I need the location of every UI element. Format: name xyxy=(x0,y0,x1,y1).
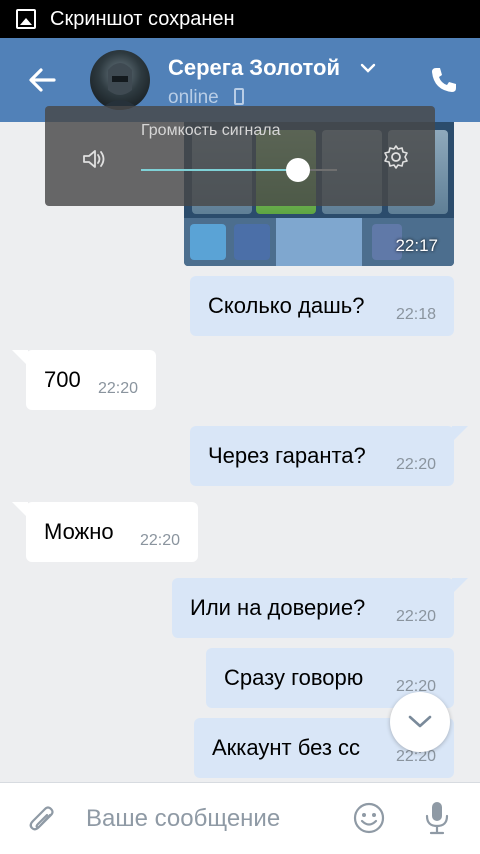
message-time: 22:20 xyxy=(139,532,180,549)
phone-icon[interactable] xyxy=(428,64,460,96)
volume-slider-thumb[interactable] xyxy=(286,158,310,182)
gear-icon[interactable] xyxy=(383,144,409,170)
message-input[interactable] xyxy=(86,801,336,837)
volume-title: Громкость сигнала xyxy=(141,122,281,139)
back-arrow-icon[interactable] xyxy=(26,64,58,96)
message-composer xyxy=(0,782,480,854)
message-time: 22:20 xyxy=(97,380,138,397)
message-text: Сразу говорю xyxy=(224,665,364,690)
avatar-helmet-image xyxy=(100,63,140,110)
message-bubble-out[interactable]: Или на доверие? 22:20 xyxy=(172,578,468,638)
chevron-down-icon xyxy=(408,715,432,728)
scroll-down-button[interactable] xyxy=(390,692,450,752)
avatar[interactable] xyxy=(90,50,150,110)
status-bar: Скриншот сохранен xyxy=(0,0,480,38)
message-text: 700 xyxy=(44,367,81,392)
mobile-device-icon xyxy=(234,88,244,105)
message-list[interactable]: 22:17 Сколько дашь? 22:18 700 22:20 Чере… xyxy=(0,122,480,782)
message-text: Сколько дашь? xyxy=(208,293,365,318)
message-time: 22:20 xyxy=(395,608,436,625)
message-text: Через гаранта? xyxy=(208,443,366,468)
volume-overlay: Громкость сигнала xyxy=(45,106,435,206)
screenshot-icon xyxy=(16,9,36,29)
message-bubble-out[interactable]: Сколько дашь? 22:18 xyxy=(190,276,454,336)
status-notification-text: Скриншот сохранен xyxy=(50,7,235,30)
message-bubble-in[interactable]: 700 22:20 xyxy=(12,350,156,410)
message-bubble-in[interactable]: Можно 22:20 xyxy=(12,502,198,562)
message-time: 22:20 xyxy=(395,456,436,473)
message-bubble-out[interactable]: Через гаранта? 22:20 xyxy=(190,426,468,486)
contact-name[interactable]: Серега Золотой xyxy=(168,55,340,81)
message-time: 22:18 xyxy=(395,306,436,323)
message-text: Можно xyxy=(44,519,114,544)
message-time: 22:17 xyxy=(395,236,438,255)
speaker-icon[interactable] xyxy=(81,146,107,172)
paperclip-icon[interactable] xyxy=(26,803,58,837)
microphone-icon[interactable] xyxy=(422,799,452,837)
chevron-down-icon[interactable] xyxy=(360,62,376,74)
emoji-icon[interactable] xyxy=(352,801,386,835)
message-text: Аккаунт без сс xyxy=(212,735,361,760)
message-text: Или на доверие? xyxy=(190,595,366,620)
